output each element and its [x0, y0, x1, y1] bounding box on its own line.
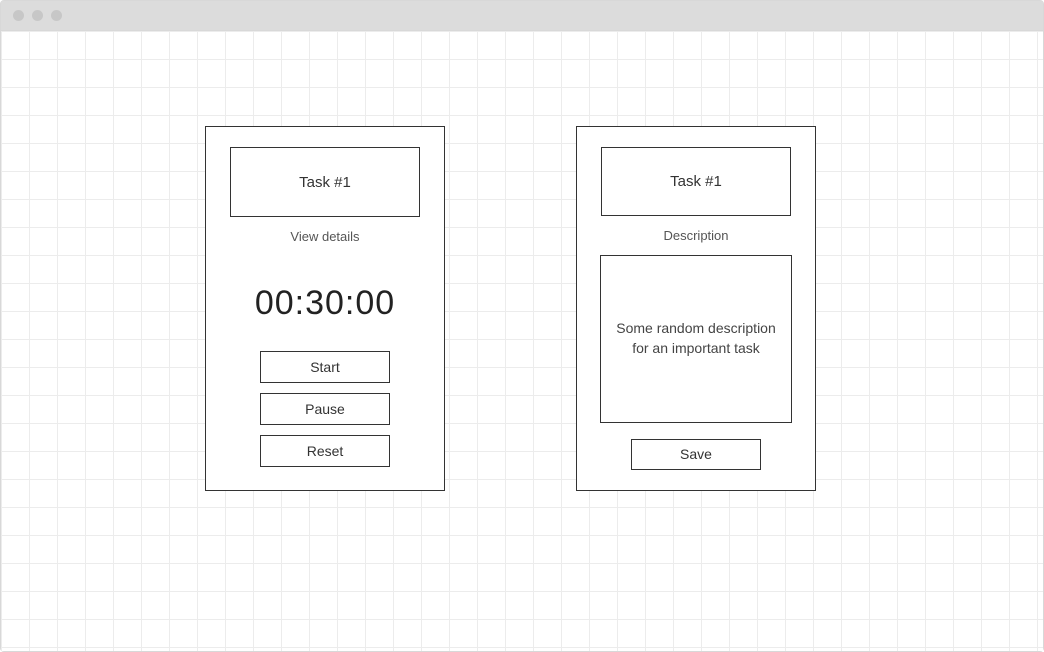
- description-text: Some random description for an important…: [613, 319, 779, 358]
- description-label: Description: [663, 228, 728, 243]
- task-title-box: Task #1: [230, 147, 420, 217]
- task-description-card: Task #1 Description Some random descript…: [576, 126, 816, 491]
- task-title-text-right: Task #1: [670, 173, 722, 190]
- start-button[interactable]: Start: [260, 351, 390, 383]
- description-textarea[interactable]: Some random description for an important…: [600, 255, 792, 423]
- start-button-label: Start: [310, 359, 340, 375]
- task-title-box-right: Task #1: [601, 147, 791, 216]
- window-maximize-dot[interactable]: [51, 10, 62, 21]
- save-button-label: Save: [680, 446, 712, 462]
- timer-display: 00:30:00: [255, 284, 395, 323]
- task-title-text: Task #1: [299, 174, 351, 191]
- task-timer-card: Task #1 View details 00:30:00 Start Paus…: [205, 126, 445, 491]
- app-window: Task #1 View details 00:30:00 Start Paus…: [0, 0, 1044, 652]
- pause-button[interactable]: Pause: [260, 393, 390, 425]
- pause-button-label: Pause: [305, 401, 345, 417]
- window-close-dot[interactable]: [13, 10, 24, 21]
- reset-button[interactable]: Reset: [260, 435, 390, 467]
- save-button[interactable]: Save: [631, 439, 761, 471]
- view-details-link[interactable]: View details: [290, 229, 359, 244]
- wireframe-canvas: Task #1 View details 00:30:00 Start Paus…: [1, 31, 1043, 651]
- reset-button-label: Reset: [307, 443, 344, 459]
- window-minimize-dot[interactable]: [32, 10, 43, 21]
- window-titlebar: [1, 1, 1043, 31]
